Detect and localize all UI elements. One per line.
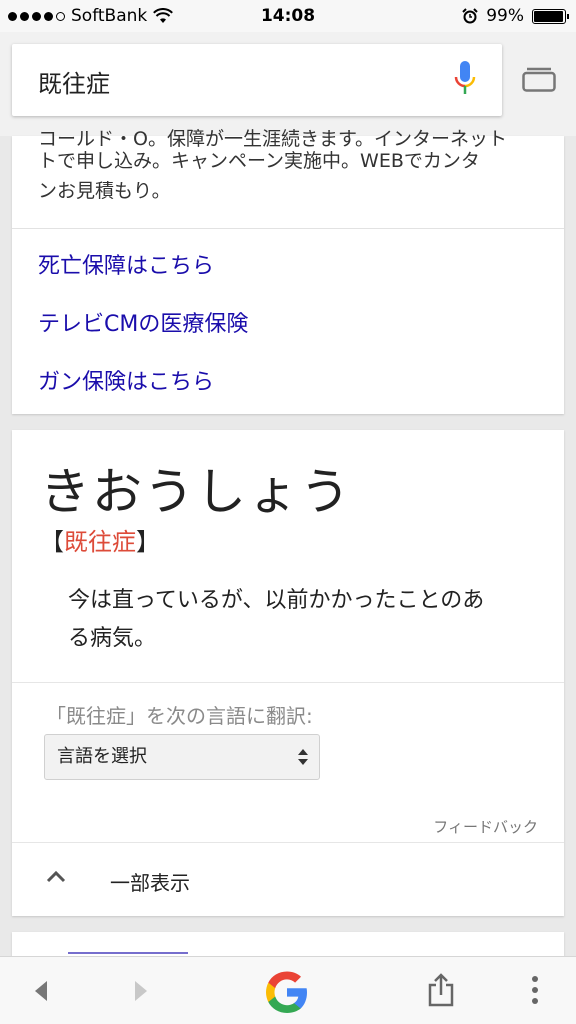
status-right: 99%	[462, 6, 569, 26]
sitelink-death-coverage[interactable]: 死亡保障はこちら	[38, 248, 214, 280]
select-arrows-icon	[298, 749, 308, 765]
definition-line-2: る病気。	[68, 626, 157, 651]
dictionary-definition: 今は直っているが、以前かかったことのあ る病気。	[68, 582, 548, 658]
sitelink-cancer-insurance[interactable]: ガン保険はこちら	[38, 364, 214, 396]
bottom-toolbar	[0, 956, 576, 1024]
chevron-up-icon	[46, 870, 66, 883]
feedback-link[interactable]: フィードバック	[433, 816, 538, 837]
ad-divider	[12, 228, 564, 229]
dictionary-card: きおうしょう 【既往症】 今は直っているが、以前かかったことのあ る病気。 「既…	[12, 430, 564, 916]
definition-line-1: 今は直っているが、以前かかったことのあ	[68, 588, 485, 613]
tabs-icon[interactable]	[522, 66, 556, 92]
ad-description: コールド・O。保障が一生涯続きます。インターネット トで申し込み。キャンペーン実…	[38, 128, 548, 206]
sitelink-tv-cm-medical[interactable]: テレビCMの医療保険	[38, 306, 248, 338]
dictionary-divider	[12, 682, 564, 683]
forward-arrow-icon[interactable]	[132, 979, 150, 1003]
ad-line-2: ンお見積もり。	[38, 180, 171, 202]
next-result-link-fragment	[68, 952, 188, 954]
search-query[interactable]: 既往症	[38, 64, 110, 99]
collapse-row[interactable]: 一部表示	[12, 843, 564, 916]
dictionary-reading: きおうしょう	[40, 463, 352, 521]
dictionary-kanji-word: 既往症	[64, 528, 136, 556]
search-header: 既往症	[0, 32, 576, 136]
battery-icon	[532, 8, 569, 24]
collapse-label: 一部表示	[110, 871, 190, 895]
status-bar: SoftBank 14:08 99%	[0, 0, 576, 32]
ad-card: コールド・O。保障が一生涯続きます。インターネット トで申し込み。キャンペーン実…	[12, 128, 564, 414]
dictionary-kanji: 【既往症】	[40, 522, 160, 557]
ad-cut-line: コールド・O。保障が一生涯続きます。インターネット	[38, 128, 508, 150]
more-options-icon[interactable]	[530, 975, 540, 1005]
search-box[interactable]: 既往症	[12, 44, 502, 116]
microphone-icon[interactable]	[454, 61, 476, 97]
page: SoftBank 14:08 99% 既往症 コールド・O。保障が一生涯続きます…	[0, 0, 576, 1024]
battery-percent: 99%	[486, 6, 524, 26]
alarm-icon	[462, 8, 478, 24]
language-select-value: 言語を選択	[57, 746, 147, 767]
translate-label: 「既往症」を次の言語に翻訳:	[46, 704, 313, 728]
language-select[interactable]: 言語を選択	[44, 734, 320, 780]
back-arrow-icon[interactable]	[32, 979, 50, 1003]
google-logo-icon[interactable]	[262, 967, 312, 1017]
bracket-close: 】	[136, 528, 160, 556]
share-icon[interactable]	[426, 973, 456, 1007]
bracket-open: 【	[40, 528, 64, 556]
